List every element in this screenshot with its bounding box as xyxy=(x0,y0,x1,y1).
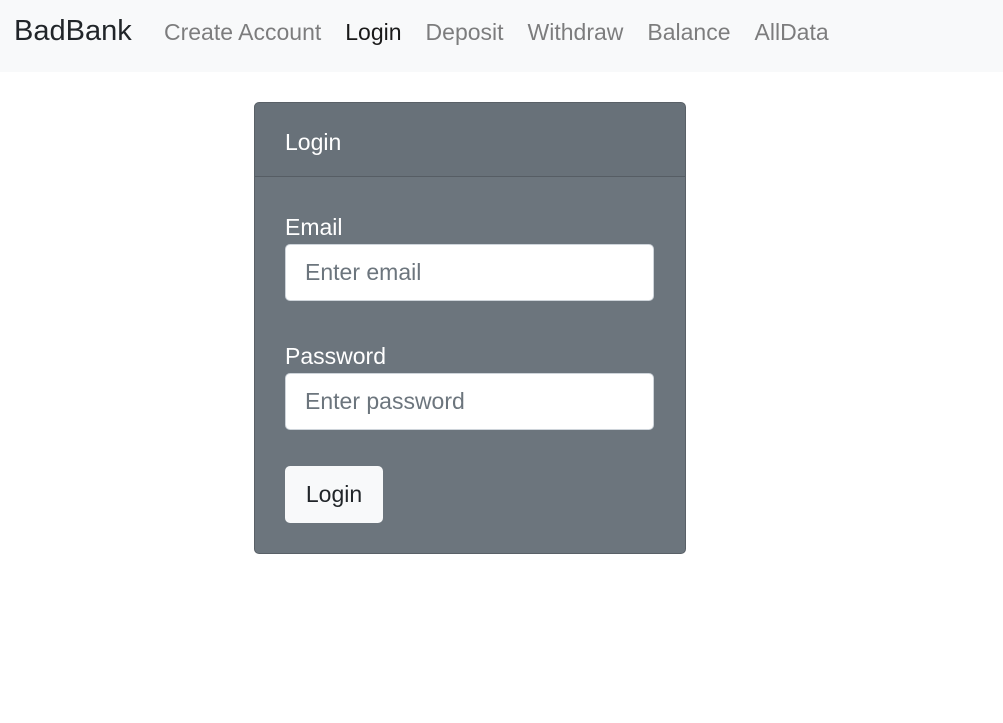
login-card: Login Email Password Login xyxy=(254,102,686,554)
nav-link-withdraw[interactable]: Withdraw xyxy=(516,15,636,49)
login-submit-button[interactable]: Login xyxy=(285,466,383,523)
nav-link-balance[interactable]: Balance xyxy=(635,15,742,49)
brand-link[interactable]: BadBank xyxy=(14,13,132,49)
password-input[interactable] xyxy=(285,373,654,430)
nav-link-alldata[interactable]: AllData xyxy=(743,15,841,49)
password-label: Password xyxy=(285,343,386,369)
nav-link-create-account[interactable]: Create Account xyxy=(152,15,333,49)
login-card-header: Login xyxy=(255,103,685,177)
top-navbar: BadBank Create Account Login Deposit Wit… xyxy=(0,0,1003,72)
nav-link-deposit[interactable]: Deposit xyxy=(414,15,516,49)
email-input[interactable] xyxy=(285,244,654,301)
nav-links: Create Account Login Deposit Withdraw Ba… xyxy=(152,15,841,49)
email-label: Email xyxy=(285,214,343,240)
nav-link-login[interactable]: Login xyxy=(333,15,413,49)
